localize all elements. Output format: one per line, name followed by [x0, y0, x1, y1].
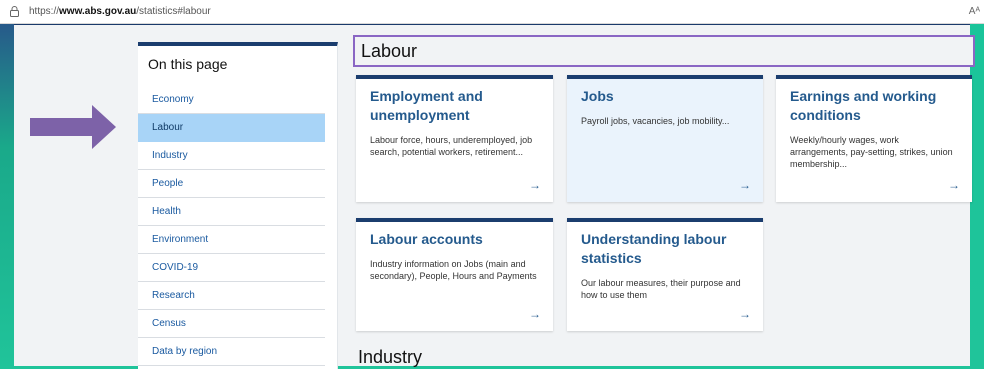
sidebar-item-economy[interactable]: Economy: [138, 86, 325, 114]
sidebar-item-industry[interactable]: Industry: [138, 142, 325, 170]
background-left-edge: [0, 0, 14, 369]
page-content: On this page Economy Labour Industry Peo…: [14, 25, 975, 369]
card-description: Weekly/hourly wages, work arrangements, …: [790, 135, 953, 169]
sidebar-item-covid-19[interactable]: COVID-19: [138, 254, 325, 282]
url-prefix: https://: [29, 6, 60, 17]
url-domain: www.abs.gov.au: [59, 6, 137, 17]
on-this-page-sidebar: On this page Economy Labour Industry Peo…: [138, 42, 338, 369]
section-heading-highlight: Labour: [353, 35, 975, 67]
section-title: Labour: [361, 40, 418, 61]
card-understanding-labour-statistics[interactable]: Understanding labour statistics Our labo…: [567, 218, 763, 331]
arrow-right-icon: →: [739, 178, 751, 192]
card-employment-unemployment[interactable]: Employment and unemployment Labour force…: [356, 75, 553, 202]
reader-view-icon[interactable]: Aᴬ: [969, 6, 980, 17]
sidebar-item-labour[interactable]: Labour: [138, 114, 325, 142]
card-earnings-working-conditions[interactable]: Earnings and working conditions Weekly/h…: [776, 75, 972, 202]
card-description: Our labour measures, their purpose and h…: [581, 278, 741, 300]
arrow-right-icon: →: [529, 307, 541, 321]
card-title: Employment and unemployment: [370, 88, 483, 123]
card-title: Earnings and working conditions: [790, 88, 937, 123]
card-description: Industry information on Jobs (main and s…: [370, 259, 537, 281]
url-path: /statistics#labour: [136, 6, 211, 17]
sidebar-item-environment[interactable]: Environment: [138, 226, 325, 254]
next-section-title: Industry: [358, 347, 423, 367]
card-title: Jobs: [581, 88, 614, 104]
pointer-arrow-icon: [30, 105, 116, 149]
sidebar-item-census[interactable]: Census: [138, 310, 325, 338]
card-description: Labour force, hours, underemployed, job …: [370, 135, 533, 157]
sidebar-item-people[interactable]: People: [138, 170, 325, 198]
arrow-right-icon: →: [948, 178, 960, 192]
address-bar[interactable]: https://www.abs.gov.au/statistics#labour…: [0, 0, 984, 24]
card-title: Labour accounts: [370, 231, 483, 247]
sidebar-title: On this page: [148, 56, 228, 72]
card-labour-accounts[interactable]: Labour accounts Industry information on …: [356, 218, 553, 331]
sidebar-item-data-by-region[interactable]: Data by region: [138, 338, 325, 366]
sidebar-item-health[interactable]: Health: [138, 198, 325, 226]
card-title: Understanding labour statistics: [581, 231, 727, 266]
card-jobs[interactable]: Jobs Payroll jobs, vacancies, job mobili…: [567, 75, 763, 202]
arrow-right-icon: →: [739, 307, 751, 321]
sidebar-item-research[interactable]: Research: [138, 282, 325, 310]
lock-icon: [10, 6, 19, 17]
url-text[interactable]: https://www.abs.gov.au/statistics#labour: [29, 6, 211, 17]
card-description: Payroll jobs, vacancies, job mobility...: [581, 116, 730, 126]
arrow-right-icon: →: [529, 178, 541, 192]
